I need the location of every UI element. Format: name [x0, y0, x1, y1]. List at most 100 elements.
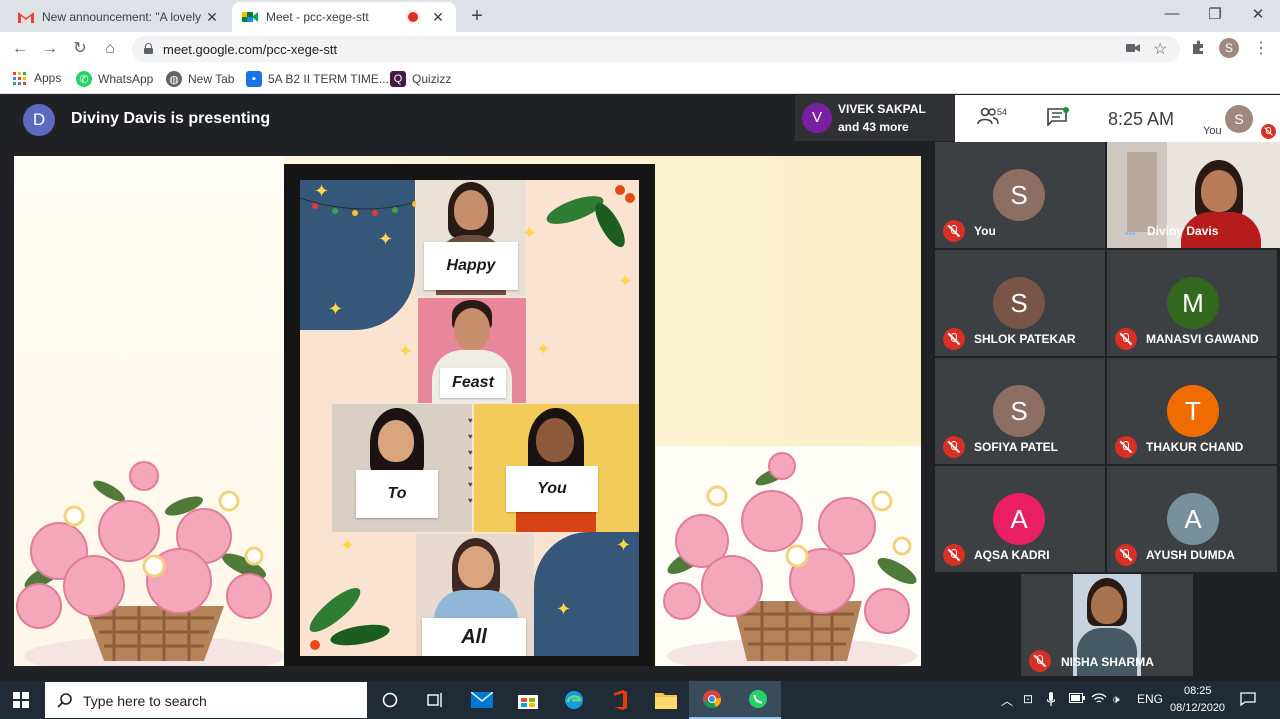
chrome-icon[interactable] — [689, 681, 735, 719]
task-view-icon[interactable] — [413, 681, 459, 719]
bookmark-new-tab[interactable]: ◍ New Tab — [166, 71, 234, 87]
notifications-icon[interactable] — [1240, 692, 1256, 709]
close-tab-icon[interactable]: ✕ — [204, 9, 220, 26]
bookmark-whatsapp[interactable]: ✆ WhatsApp — [76, 71, 153, 87]
participant-tile[interactable]: T THAKUR CHAND — [1107, 358, 1277, 464]
unread-dot — [1063, 107, 1069, 113]
microphone-icon[interactable] — [1046, 692, 1056, 709]
participant-tile[interactable]: A AQSA KADRI — [935, 466, 1105, 572]
mic-off-icon — [1115, 436, 1137, 458]
meet-presentation-header: D Diviny Davis is presenting V VIVEK SAK… — [0, 95, 955, 142]
photo-collage: Happy Feast To You All ♥ ♥ ♥ ♥ ♥ ♥ ✦ ✦ ✦… — [300, 180, 639, 656]
new-tab-button[interactable]: + — [466, 5, 488, 28]
show-hidden-icons[interactable]: ︿ — [1001, 692, 1013, 709]
presenting-label: Diviny Davis is presenting — [71, 110, 271, 127]
close-window-button[interactable]: ✕ — [1238, 5, 1278, 23]
cortana-icon[interactable] — [367, 681, 413, 719]
restore-button[interactable]: ❐ — [1195, 5, 1235, 23]
tab-title: New announcement: "A lovely m — [42, 10, 204, 24]
address-bar[interactable]: meet.google.com/pcc-xege-stt ☆ — [132, 36, 1180, 62]
sparkle-icon: ✦ — [618, 271, 634, 291]
bookmark-apps[interactable]: Apps — [13, 71, 61, 85]
tab-classroom[interactable]: New announcement: "A lovely m ✕ — [8, 2, 230, 32]
reload-button[interactable]: ↻ — [69, 38, 91, 60]
bookmark-label: WhatsApp — [98, 72, 154, 86]
speaking-indicator-icon: ••• — [1125, 229, 1136, 240]
wifi-icon[interactable] — [1091, 692, 1107, 707]
camera-icon[interactable] — [1126, 41, 1140, 56]
sparkle-icon: ✦ — [328, 299, 344, 319]
photo-all: All — [416, 534, 534, 656]
extensions-icon[interactable] — [1191, 40, 1206, 59]
profile-avatar[interactable]: S — [1219, 38, 1239, 58]
participant-name: MANASVI GAWAND — [1146, 332, 1259, 346]
heart-icon: ♥ — [468, 496, 473, 505]
participant-tile[interactable]: A AYUSH DUMDA — [1107, 466, 1277, 572]
windows-start-icon[interactable] — [13, 692, 29, 708]
heart-icon: ♥ — [468, 416, 473, 425]
participant-tile[interactable]: S SOFIYA PATEL — [935, 358, 1105, 464]
tab-meet[interactable]: Meet - pcc-xege-stt ✕ — [232, 2, 456, 32]
flower-basket-left — [16, 461, 284, 666]
participant-name: THAKUR CHAND — [1146, 440, 1244, 454]
meet-icon — [242, 9, 258, 25]
mail-icon[interactable] — [459, 681, 505, 719]
participant-avatar: S — [993, 277, 1045, 329]
sparkle-icon: ✦ — [616, 535, 632, 555]
forward-button[interactable]: → — [39, 38, 61, 60]
photo-collage-frame: Happy Feast To You All ♥ ♥ ♥ ♥ ♥ ♥ ✦ ✦ ✦… — [284, 164, 655, 666]
mic-off-icon — [943, 544, 965, 566]
office-icon[interactable] — [597, 681, 643, 719]
menu-icon[interactable]: ⋮ — [1253, 38, 1269, 58]
viewers-summary[interactable]: V VIVEK SAKPAL and 43 more — [795, 95, 955, 141]
volume-icon[interactable]: 🕩 — [1112, 692, 1120, 707]
sign-happy: Happy — [424, 242, 518, 290]
sign-you: You — [506, 466, 598, 512]
taskbar-date[interactable]: 08/12/2020 — [1170, 702, 1225, 714]
participant-name: SHLOK PATEKAR — [974, 332, 1076, 346]
meet-controls-bar: 54 8:25 AM You S — [955, 95, 1280, 142]
back-button[interactable]: ← — [9, 38, 31, 60]
file-explorer-icon[interactable] — [643, 681, 689, 719]
close-tab-icon[interactable]: ✕ — [430, 9, 446, 26]
taskbar-time[interactable]: 08:25 — [1184, 685, 1212, 697]
whatsapp-app-icon[interactable] — [735, 681, 781, 719]
participant-grid: S You ••• Diviny Davis S SHLOK PATEKAR M… — [935, 142, 1280, 676]
mic-off-icon — [1115, 328, 1137, 350]
bookmark-label: 5A B2 II TERM TIME... — [268, 72, 389, 86]
self-avatar[interactable]: S — [1225, 105, 1253, 133]
language-indicator[interactable]: ENG — [1137, 692, 1163, 706]
home-button[interactable]: ⌂ — [99, 38, 121, 60]
participant-tile-video[interactable]: NISHA SHARMA — [1021, 574, 1193, 676]
participant-tile[interactable]: S SHLOK PATEKAR — [935, 250, 1105, 356]
viewer-avatar: V — [802, 103, 832, 133]
taskbar-search[interactable]: Type here to search — [45, 682, 367, 718]
mic-off-icon — [943, 436, 965, 458]
apps-grid-icon — [13, 71, 26, 85]
photo-feast: Feast — [418, 298, 526, 403]
store-icon[interactable] — [505, 681, 551, 719]
presented-slide: Happy Feast To You All ♥ ♥ ♥ ♥ ♥ ♥ ✦ ✦ ✦… — [14, 156, 921, 666]
search-icon — [57, 693, 72, 708]
sparkle-icon: ✦ — [314, 181, 330, 201]
participant-tile[interactable]: M MANASVI GAWAND — [1107, 250, 1277, 356]
bookmark-timetable[interactable]: ▪ 5A B2 II TERM TIME... — [246, 71, 389, 87]
url-text: meet.google.com/pcc-xege-stt — [163, 42, 338, 57]
bookmark-quizizz[interactable]: Q Quizizz — [390, 71, 451, 87]
battery-icon[interactable] — [1069, 692, 1085, 706]
minimize-button[interactable]: — — [1152, 5, 1192, 22]
participant-avatar: S — [993, 385, 1045, 437]
edge-icon[interactable] — [551, 681, 597, 719]
mic-off-icon — [943, 220, 965, 242]
mic-off-icon — [1261, 124, 1276, 139]
mic-off-icon — [943, 328, 965, 350]
people-icon[interactable] — [977, 107, 999, 127]
bookmarks-bar: Apps ✆ WhatsApp ◍ New Tab ▪ 5A B2 II TER… — [0, 66, 1280, 94]
participant-tile-video[interactable]: ••• Diviny Davis — [1107, 142, 1280, 248]
sparkle-icon: ✦ — [522, 223, 538, 243]
meet-now-icon[interactable]: ⊡ — [1023, 692, 1033, 706]
participant-tile[interactable]: S You — [935, 142, 1105, 248]
tab-strip: New announcement: "A lovely m ✕ Meet - p… — [0, 0, 1280, 32]
bookmark-star-icon[interactable]: ☆ — [1153, 39, 1167, 59]
heart-icon: ♥ — [468, 480, 473, 489]
